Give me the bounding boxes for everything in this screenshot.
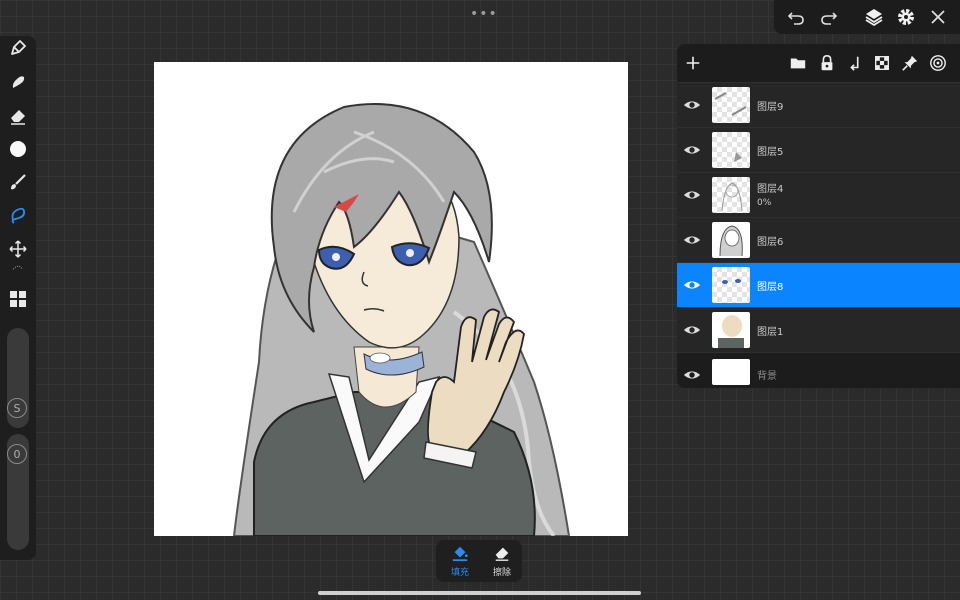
layer-thumbnail [712, 87, 750, 123]
lock-icon[interactable] [818, 54, 836, 72]
layer-thumbnail [712, 267, 750, 303]
eye-icon[interactable] [683, 276, 701, 294]
target-icon[interactable] [929, 54, 947, 72]
fill-erase-bar: 填充 擦除 [436, 540, 522, 582]
eraser-icon [495, 547, 509, 561]
fill-button[interactable]: 填充 [440, 544, 480, 580]
eye-icon[interactable] [683, 141, 701, 159]
selection-indicator [6, 262, 30, 272]
layer-name: 图层1 [757, 327, 784, 338]
brush-tool-button[interactable] [6, 170, 30, 194]
color-picker-button[interactable] [6, 137, 30, 161]
move-icon [9, 240, 27, 258]
opacity-knob[interactable]: 0 [7, 444, 27, 464]
opacity-slider-label: 0 [13, 447, 21, 461]
pin-icon[interactable] [901, 54, 919, 72]
pen-tool-button[interactable] [6, 36, 30, 60]
paint-bucket-icon [452, 546, 468, 562]
checker-icon[interactable] [873, 54, 891, 72]
eye-icon[interactable] [683, 186, 701, 204]
size-slider-label: S [13, 401, 21, 415]
top-action-bar [774, 0, 960, 34]
eraser-tool-button[interactable] [6, 104, 30, 128]
left-toolbar: S 0 [0, 36, 36, 560]
layer-opacity: 0% [757, 198, 772, 208]
smudge-tool-button[interactable] [6, 70, 30, 94]
layers-panel-header [677, 44, 960, 82]
lasso-icon [11, 207, 26, 224]
layer-row[interactable]: 图层6 [677, 217, 960, 262]
plus-icon[interactable] [684, 54, 702, 72]
redo-icon[interactable] [819, 7, 839, 27]
size-knob[interactable]: S [7, 398, 27, 418]
layers-panel: 图层9 图层5 图层4 0% 图层6 图层8 图层1 背景 [677, 44, 960, 388]
folder-icon[interactable] [789, 54, 807, 72]
layer-thumbnail [712, 312, 750, 348]
layer-name: 图层6 [757, 237, 784, 248]
layer-thumbnail [712, 177, 750, 213]
layer-row[interactable]: 图层4 0% [677, 172, 960, 217]
color-circle-icon [10, 141, 26, 157]
layout-tool-button[interactable] [6, 287, 30, 311]
layer-row[interactable]: 图层9 [677, 82, 960, 127]
merge-down-icon[interactable] [846, 54, 864, 72]
gear-icon[interactable] [896, 7, 916, 27]
grid-icon [10, 291, 26, 307]
home-indicator[interactable] [318, 591, 641, 595]
undo-icon[interactable] [786, 7, 806, 27]
layer-name: 图层4 [757, 184, 784, 195]
layers-icon[interactable] [864, 7, 884, 27]
brush-icon [11, 174, 26, 190]
drawing-canvas[interactable] [154, 62, 628, 536]
smudge-icon [12, 76, 25, 88]
erase-button[interactable]: 擦除 [482, 544, 522, 580]
layer-thumbnail [712, 132, 750, 168]
fill-label: 填充 [450, 568, 469, 578]
layer-row-selected[interactable]: 图层8 [677, 262, 960, 307]
layer-name: 图层9 [757, 102, 784, 113]
pen-icon [11, 40, 26, 55]
background-layer-row[interactable]: 背景 [677, 352, 960, 388]
close-icon[interactable] [928, 7, 948, 27]
layer-thumbnail [712, 359, 750, 385]
layer-row[interactable]: 图层5 [677, 127, 960, 172]
eye-icon[interactable] [683, 366, 701, 384]
eye-icon[interactable] [683, 231, 701, 249]
eye-icon[interactable] [683, 96, 701, 114]
eye-icon[interactable] [683, 321, 701, 339]
erase-label: 擦除 [492, 568, 511, 578]
layer-name: 图层5 [757, 147, 784, 158]
layer-row[interactable]: 图层1 [677, 307, 960, 352]
lasso-tool-button[interactable] [6, 203, 30, 227]
layer-name: 图层8 [757, 282, 784, 293]
more-menu-handle[interactable]: ••• [470, 6, 498, 22]
layer-thumbnail [712, 222, 750, 258]
transform-tool-button[interactable] [6, 237, 30, 261]
eraser-icon [11, 110, 25, 125]
layer-name: 背景 [757, 371, 777, 382]
artwork-illustration [232, 103, 571, 536]
